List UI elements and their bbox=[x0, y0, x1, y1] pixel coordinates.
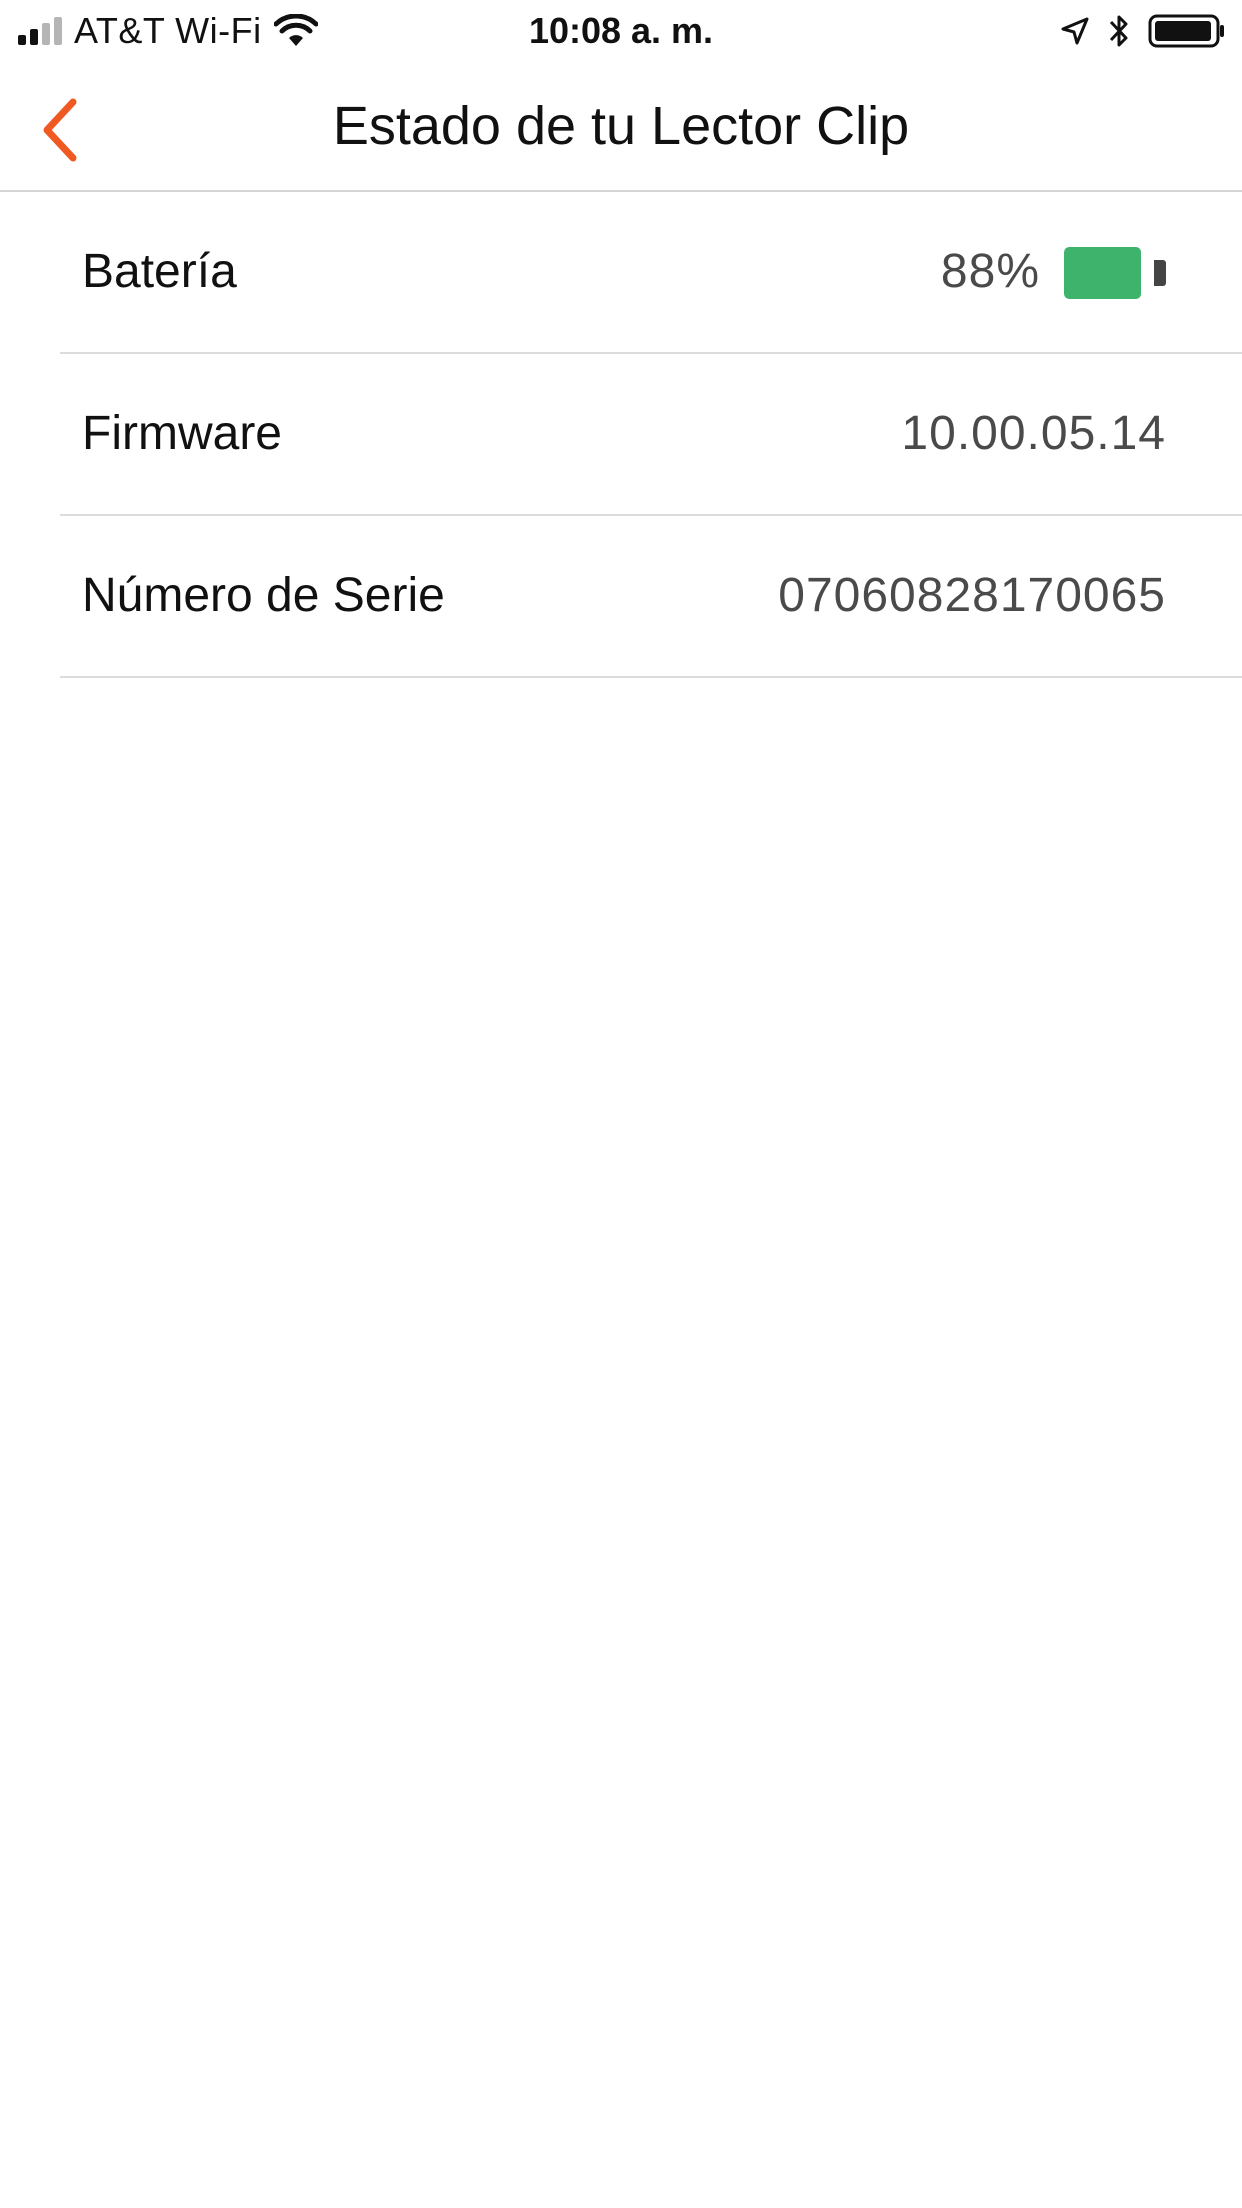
list-item-battery: Batería 88% bbox=[60, 192, 1242, 354]
device-status-list: Batería 88% Firmware 10.00.05.14 Número … bbox=[0, 192, 1242, 678]
status-bar-right bbox=[1060, 10, 1226, 52]
page-title: Estado de tu Lector Clip bbox=[332, 96, 910, 156]
list-item-serial-number: Número de Serie 07060828170065 bbox=[60, 516, 1242, 678]
serial-number-label: Número de Serie bbox=[82, 569, 445, 622]
battery-label: Batería bbox=[82, 245, 237, 298]
battery-level-icon bbox=[1064, 247, 1166, 299]
bluetooth-icon bbox=[1109, 15, 1128, 47]
firmware-label: Firmware bbox=[82, 407, 282, 460]
battery-level-fill bbox=[1064, 247, 1142, 299]
status-bar-time: 10:08 a. m. bbox=[528, 10, 714, 51]
nav-bar: Estado de tu Lector Clip bbox=[0, 62, 1242, 192]
list-item-firmware: Firmware 10.00.05.14 bbox=[60, 354, 1242, 516]
battery-value: 88% bbox=[940, 245, 1040, 298]
location-arrow-icon bbox=[1061, 17, 1089, 45]
firmware-value: 10.00.05.14 bbox=[901, 407, 1166, 460]
battery-icon bbox=[1148, 14, 1224, 48]
battery-tip bbox=[1154, 260, 1166, 286]
status-bar: AT&T Wi-Fi 10:08 a. m. bbox=[0, 0, 1242, 62]
serial-number-value: 07060828170065 bbox=[778, 569, 1166, 622]
